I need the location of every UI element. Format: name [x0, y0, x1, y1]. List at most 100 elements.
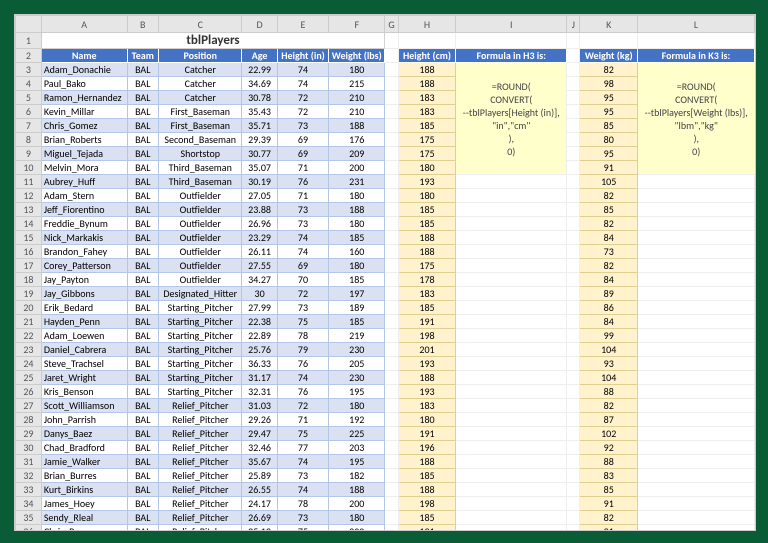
- cell-age[interactable]: 29.47: [242, 427, 277, 441]
- cell-team[interactable]: BAL: [127, 413, 159, 427]
- formula-box-2[interactable]: =ROUND(CONVERT(--tblPlayers[Weight (lbs)…: [637, 63, 754, 175]
- cell[interactable]: [385, 301, 399, 315]
- cell-weight-kg[interactable]: 84: [580, 231, 637, 245]
- cell-weight-kg[interactable]: 99: [580, 329, 637, 343]
- cell[interactable]: [567, 455, 580, 469]
- col-header-J[interactable]: J: [567, 16, 580, 33]
- cell[interactable]: [385, 413, 399, 427]
- cell-height-cm[interactable]: 180: [398, 161, 456, 175]
- cell-weight-kg[interactable]: 105: [580, 175, 637, 189]
- cell-age[interactable]: 32.31: [242, 385, 277, 399]
- cell-weight-kg[interactable]: 91: [580, 525, 637, 532]
- row-header[interactable]: 15: [16, 231, 42, 245]
- cell[interactable]: [567, 175, 580, 189]
- cell-age[interactable]: 29.39: [242, 133, 277, 147]
- cell-age[interactable]: 32.46: [242, 441, 277, 455]
- cell[interactable]: [637, 175, 754, 189]
- cell-name[interactable]: Ramon_Hernandez: [41, 91, 127, 105]
- col-header-H[interactable]: H: [398, 16, 456, 33]
- cell-position[interactable]: Relief_Pitcher: [159, 497, 242, 511]
- cell-age[interactable]: 25.76: [242, 343, 277, 357]
- row-header[interactable]: 12: [16, 189, 42, 203]
- cell[interactable]: [637, 217, 754, 231]
- cell-team[interactable]: BAL: [127, 189, 159, 203]
- cell-weight-lb[interactable]: 231: [329, 175, 385, 189]
- cell-weight-kg[interactable]: 80: [580, 133, 637, 147]
- cell[interactable]: [567, 441, 580, 455]
- cell-height-in[interactable]: 75: [277, 315, 329, 329]
- cell-position[interactable]: Designated_Hitter: [159, 287, 242, 301]
- row-header[interactable]: 29: [16, 427, 42, 441]
- row-header[interactable]: 36: [16, 525, 42, 532]
- header-pos[interactable]: Position: [159, 49, 242, 63]
- cell-height-cm[interactable]: 175: [398, 133, 456, 147]
- row-header[interactable]: 11: [16, 175, 42, 189]
- cell-height-cm[interactable]: 178: [398, 273, 456, 287]
- cell[interactable]: [567, 231, 580, 245]
- cell[interactable]: [456, 399, 567, 413]
- cell-team[interactable]: BAL: [127, 175, 159, 189]
- cell[interactable]: [637, 399, 754, 413]
- cell-height-in[interactable]: 74: [277, 231, 329, 245]
- cell[interactable]: [456, 329, 567, 343]
- cell[interactable]: [567, 287, 580, 301]
- cell-position[interactable]: Third_Baseman: [159, 161, 242, 175]
- cell[interactable]: [385, 525, 399, 532]
- cell-height-cm[interactable]: 175: [398, 147, 456, 161]
- cell-name[interactable]: Steve_Trachsel: [41, 357, 127, 371]
- cell-height-cm[interactable]: 193: [398, 175, 456, 189]
- cell-weight-lb[interactable]: 197: [329, 287, 385, 301]
- cell-height-cm[interactable]: 196: [398, 441, 456, 455]
- cell[interactable]: [385, 175, 399, 189]
- cell-name[interactable]: Jaret_Wright: [41, 371, 127, 385]
- cell-age[interactable]: 36.33: [242, 357, 277, 371]
- cell[interactable]: [567, 147, 580, 161]
- cell[interactable]: [456, 455, 567, 469]
- cell-height-in[interactable]: 72: [277, 105, 329, 119]
- cell-position[interactable]: Starting_Pitcher: [159, 343, 242, 357]
- row-header[interactable]: 34: [16, 497, 42, 511]
- cell-height-in[interactable]: 75: [277, 427, 329, 441]
- row-header[interactable]: 10: [16, 161, 42, 175]
- cell-position[interactable]: Relief_Pitcher: [159, 483, 242, 497]
- cell[interactable]: [567, 161, 580, 175]
- cell-name[interactable]: Scott_Williamson: [41, 399, 127, 413]
- cell[interactable]: [385, 133, 399, 147]
- cell-weight-lb[interactable]: 160: [329, 245, 385, 259]
- cell-weight-lb[interactable]: 176: [329, 133, 385, 147]
- row-header[interactable]: 30: [16, 441, 42, 455]
- cell-team[interactable]: BAL: [127, 273, 159, 287]
- cell[interactable]: [385, 119, 399, 133]
- col-header-G[interactable]: G: [385, 16, 399, 33]
- cell-height-in[interactable]: 78: [277, 329, 329, 343]
- cell-position[interactable]: Catcher: [159, 91, 242, 105]
- cell-weight-lb[interactable]: 180: [329, 259, 385, 273]
- row-header[interactable]: 27: [16, 399, 42, 413]
- cell-height-in[interactable]: 72: [277, 399, 329, 413]
- cell-name[interactable]: Kris_Benson: [41, 385, 127, 399]
- cell-weight-lb[interactable]: 189: [329, 301, 385, 315]
- cell-position[interactable]: Relief_Pitcher: [159, 441, 242, 455]
- cell-age[interactable]: 26.96: [242, 217, 277, 231]
- cell[interactable]: [385, 217, 399, 231]
- cell[interactable]: [385, 161, 399, 175]
- cell-height-cm[interactable]: 185: [398, 301, 456, 315]
- cell[interactable]: [385, 49, 399, 63]
- cell-position[interactable]: First_Baseman: [159, 105, 242, 119]
- cell-weight-lb[interactable]: 219: [329, 329, 385, 343]
- cell-name[interactable]: Jay_Gibbons: [41, 287, 127, 301]
- cell-name[interactable]: Brian_Roberts: [41, 133, 127, 147]
- cell-position[interactable]: Shortstop: [159, 147, 242, 161]
- header-team[interactable]: Team: [127, 49, 159, 63]
- cell-name[interactable]: Hayden_Penn: [41, 315, 127, 329]
- cell[interactable]: [385, 483, 399, 497]
- cell-name[interactable]: Melvin_Mora: [41, 161, 127, 175]
- cell[interactable]: [567, 33, 580, 49]
- cell[interactable]: [385, 399, 399, 413]
- cell[interactable]: [456, 175, 567, 189]
- cell[interactable]: [456, 483, 567, 497]
- cell[interactable]: [567, 399, 580, 413]
- row-header[interactable]: 13: [16, 203, 42, 217]
- cell-height-cm[interactable]: 183: [398, 287, 456, 301]
- cell-weight-lb[interactable]: 209: [329, 147, 385, 161]
